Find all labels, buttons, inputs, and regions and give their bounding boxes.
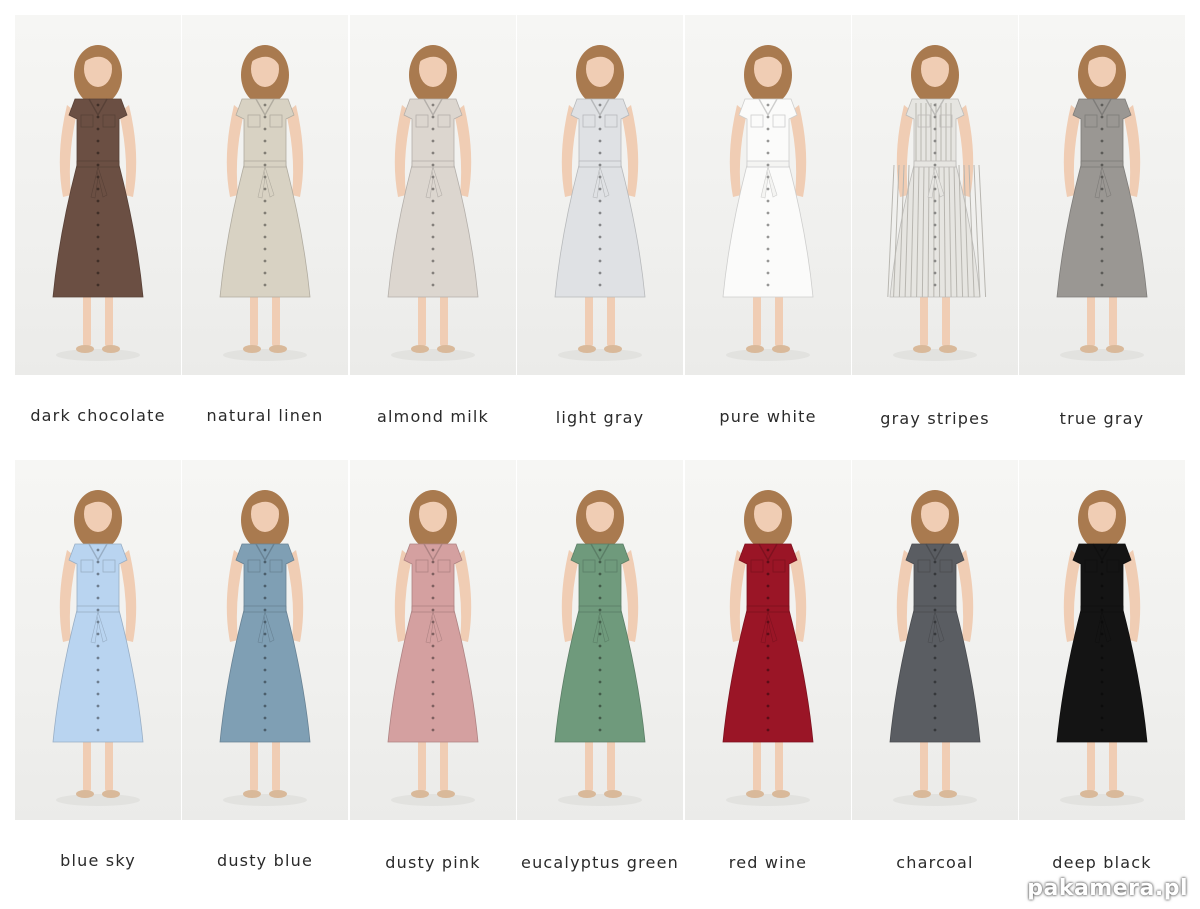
model-figure [554,490,646,806]
dress-photo [15,460,181,820]
dress-photo [1019,460,1185,820]
dress-photo [182,15,348,375]
dress-photo [1019,15,1185,375]
dress-photo [852,15,1018,375]
color-label: dusty pink [385,853,481,872]
dress-photo [517,460,683,820]
color-label: charcoal [896,853,974,872]
color-label: deep black [1052,853,1152,872]
dress-photo [15,15,181,375]
model-figure [387,45,479,361]
watermark-logo: pakamera.pl [1027,876,1188,901]
model-figure [219,490,311,806]
color-label: blue sky [60,851,136,870]
color-label: gray stripes [880,409,990,428]
color-label: pure white [719,407,817,426]
model-figure [1056,490,1148,806]
dress-photo [852,460,1018,820]
model-figure [387,490,479,806]
dress-color-grid: dark chocolate natural linen almond milk… [0,0,1200,909]
dress-photo [182,460,348,820]
dress-photo [350,460,516,820]
model-figure [52,45,144,361]
color-label: dusty blue [216,851,314,870]
model-figure [554,45,646,361]
color-label: eucalyptus green [521,853,679,872]
color-label: natural linen [206,406,324,425]
color-label: almond milk [377,407,489,426]
model-figure [722,45,814,361]
color-label: red wine [728,853,808,872]
color-label: true gray [1059,409,1145,428]
color-label: dark chocolate [30,406,166,425]
model-figure [889,490,981,806]
dress-photo [517,15,683,375]
model-figure [1056,45,1148,361]
model-figure [52,490,144,806]
color-label: light gray [555,408,645,427]
dress-photo [685,460,851,820]
model-figure [722,490,814,806]
model-figure [219,45,311,361]
dress-photo [350,15,516,375]
dress-photo [685,15,851,375]
model-figure [887,45,987,361]
